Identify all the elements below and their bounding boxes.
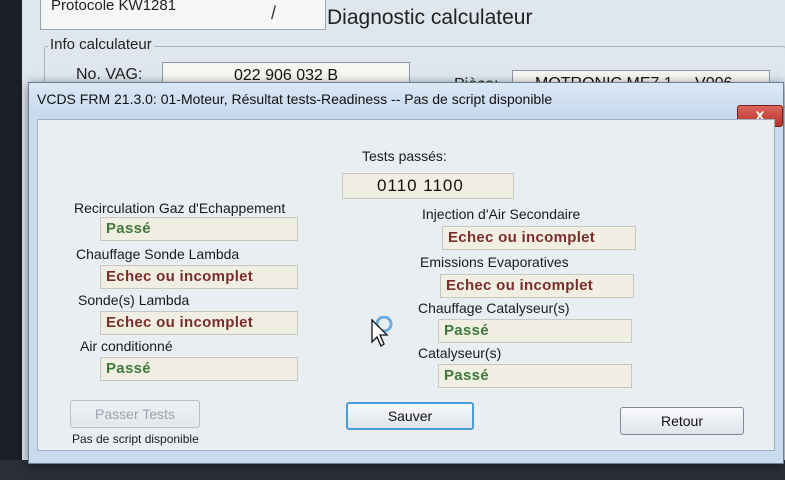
tests-passed-label: Tests passés: xyxy=(362,148,447,164)
status-catalyst: Passé xyxy=(438,364,632,388)
status-lambda-sensors: Echec ou incomplet xyxy=(100,311,298,335)
status-lambda-heating: Echec ou incomplet xyxy=(100,265,298,289)
status-evap-emissions: Echec ou incomplet xyxy=(440,274,634,298)
dialog-title-bar[interactable]: VCDS FRM 21.3.0: 01-Moteur, Résultat tes… xyxy=(29,83,783,117)
item-label-catalyst: Catalyseur(s) xyxy=(418,345,502,361)
protocol-separator: / xyxy=(271,3,277,23)
mouse-cursor-icon xyxy=(371,316,393,347)
back-button[interactable]: Retour xyxy=(620,407,744,435)
item-label-evap-emissions: Emissions Evaporatives xyxy=(420,254,569,270)
readiness-dialog: VCDS FRM 21.3.0: 01-Moteur, Résultat tes… xyxy=(28,82,784,464)
dialog-title: VCDS FRM 21.3.0: 01-Moteur, Résultat tes… xyxy=(37,91,553,107)
protocol-label: Protocole KW1281 xyxy=(51,0,177,14)
item-label-egr: Recirculation Gaz d'Echappement xyxy=(74,200,286,216)
item-label-air-conditioning: Air conditionné xyxy=(80,338,173,354)
item-label-lambda-sensors: Sonde(s) Lambda xyxy=(78,292,190,308)
status-cat-heating: Passé xyxy=(438,319,632,343)
tests-passed-field: 0110 1100 xyxy=(342,173,514,199)
status-egr: Passé xyxy=(100,217,298,241)
info-group-label: Info calculateur xyxy=(48,36,154,53)
no-script-note: Pas de script disponible xyxy=(72,432,199,446)
item-label-lambda-heating: Chauffage Sonde Lambda xyxy=(76,246,240,262)
status-air-conditioning: Passé xyxy=(100,357,298,381)
passer-tests-button[interactable]: Passer Tests xyxy=(70,400,200,428)
status-secondary-air: Echec ou incomplet xyxy=(442,226,636,250)
item-label-cat-heating: Chauffage Catalyseur(s) xyxy=(418,300,570,316)
dialog-client-area: Tests passés: 0110 1100 Recirculation Ga… xyxy=(37,119,775,451)
window-title: Diagnostic calculateur xyxy=(327,6,533,29)
protocol-box: Protocole KW1281 / xyxy=(40,0,326,30)
save-button[interactable]: Sauver xyxy=(346,402,474,430)
item-label-secondary-air: Injection d'Air Secondaire xyxy=(422,206,581,222)
